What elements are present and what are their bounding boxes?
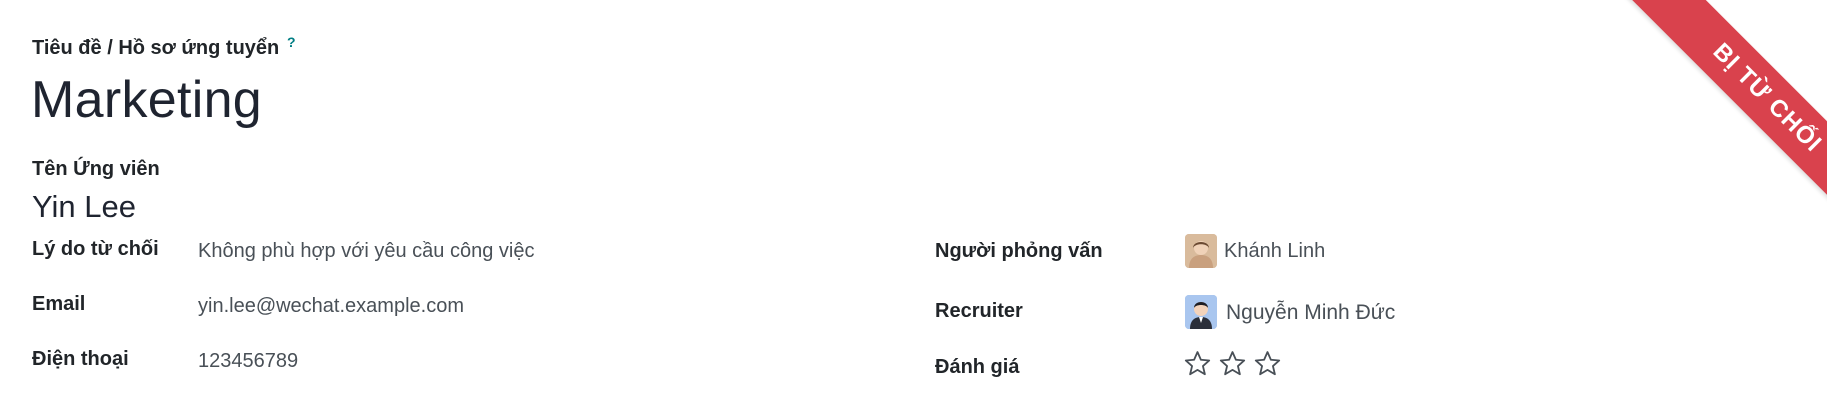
- person-avatar-icon: [1185, 234, 1217, 268]
- refuse-reason-field[interactable]: Không phù hợp với yêu cầu công việc: [198, 240, 534, 263]
- help-tooltip-icon[interactable]: ?: [287, 34, 296, 50]
- recruiter-field[interactable]: Nguyễn Minh Đức: [1226, 301, 1395, 325]
- phone-field[interactable]: 123456789: [198, 350, 298, 373]
- status-ribbon: BỊ TỪ CHỐI: [1587, 0, 1827, 240]
- candidate-name-label: Tên Ứng viên: [32, 158, 160, 180]
- star-outline-icon[interactable]: [1253, 349, 1282, 378]
- refused-ribbon-label: BỊ TỪ CHỐI: [1621, 0, 1827, 240]
- email-field[interactable]: yin.lee@wechat.example.com: [198, 295, 464, 318]
- priority-stars: [1183, 349, 1282, 378]
- refuse-reason-label: Lý do từ chối: [32, 238, 159, 260]
- interviewer-field[interactable]: Khánh Linh: [1224, 240, 1325, 263]
- phone-label: Điện thoại: [32, 348, 129, 370]
- star-outline-icon[interactable]: [1183, 349, 1212, 378]
- page-title[interactable]: Marketing: [31, 70, 262, 130]
- applicant-form: Tiêu đề / Hồ sơ ứng tuyển ? Marketing Tê…: [0, 0, 1827, 398]
- recruiter-label: Recruiter: [935, 300, 1023, 322]
- interviewer-label: Người phỏng vấn: [935, 240, 1103, 262]
- candidate-name-field[interactable]: Yin Lee: [32, 189, 136, 225]
- rating-label: Đánh giá: [935, 356, 1020, 378]
- person-avatar-icon: [1185, 295, 1217, 329]
- recruiter-avatar[interactable]: [1185, 295, 1217, 329]
- star-outline-icon[interactable]: [1218, 349, 1247, 378]
- interviewer-avatar[interactable]: [1185, 234, 1217, 268]
- breadcrumb[interactable]: Tiêu đề / Hồ sơ ứng tuyển: [32, 37, 279, 60]
- email-label: Email: [32, 293, 86, 315]
